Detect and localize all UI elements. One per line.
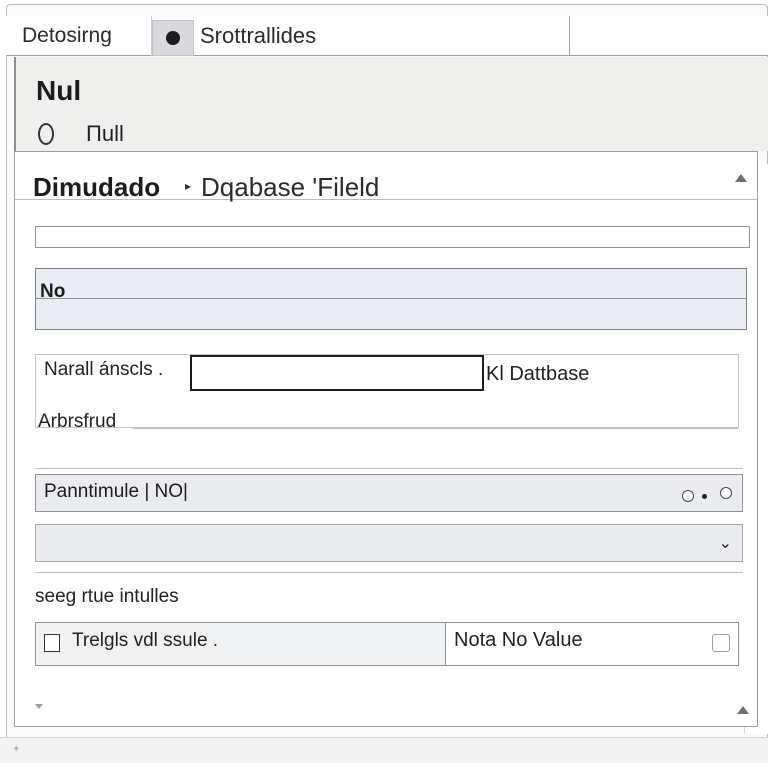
sparkle-icon: ✦ [12, 744, 21, 755]
tab-empty[interactable] [570, 16, 768, 56]
main-panel: Dimudado ▸ Dqabase 'Fileld No Narall áns… [14, 151, 758, 727]
page-subtitle: Πull [86, 121, 124, 146]
pan-select[interactable]: Panntimule | NO| [35, 474, 743, 512]
section-label: seeg rtue intulles [35, 586, 179, 607]
table-cell: Trelgls vdl ssule . [36, 623, 446, 665]
name-input[interactable] [190, 355, 484, 391]
caret-up-icon[interactable] [737, 706, 749, 714]
tab-bar: Detosirng Srottrallides [6, 16, 768, 56]
text-field[interactable] [35, 226, 750, 248]
option-radio[interactable] [682, 490, 694, 502]
record-dot-button[interactable] [152, 20, 194, 56]
breadcrumb: Dimudado ▸ Dqabase 'Fileld [15, 152, 757, 203]
divider [35, 572, 743, 573]
option-radio[interactable] [720, 487, 732, 499]
page-title: Nul [36, 75, 82, 106]
caret-up-icon[interactable] [735, 174, 747, 182]
pan-select-label: Panntimule | NO| [44, 481, 188, 502]
page-header: Nul Πull [14, 57, 768, 151]
select-header [36, 269, 746, 299]
divider [133, 428, 738, 429]
breadcrumb-root[interactable]: Dimudado [33, 172, 160, 203]
table-row[interactable]: Trelgls vdl ssule . Nota No Value [35, 622, 739, 666]
cell-text: Trelgls vdl ssule . [72, 630, 219, 651]
tab-detosirng[interactable]: Detosirng [12, 16, 152, 56]
cell-text: Nota No Value [454, 629, 583, 651]
row-checkbox[interactable] [44, 634, 60, 652]
name-label: Narall ánscls . [44, 359, 164, 380]
tab-label: Srottrallides [200, 23, 317, 48]
name-group: Narall ánscls . Kl Dattbase Arbrsfrud [35, 354, 739, 432]
caret-down-icon[interactable] [35, 704, 43, 709]
record-dot-icon [166, 31, 180, 45]
dropdown-select[interactable]: ⌄ [35, 524, 743, 562]
breadcrumb-current: Dqabase 'Fileld [201, 172, 380, 202]
dot-icon [702, 494, 707, 499]
value-checkbox[interactable] [712, 634, 730, 652]
breadcrumb-separator-icon: ▸ [185, 179, 192, 193]
divider [35, 468, 743, 469]
chevron-down-icon: ⌄ [718, 535, 732, 552]
select-value: No [40, 281, 66, 302]
header-radio[interactable] [38, 123, 54, 145]
tab-srottrallides[interactable]: Srottrallides [194, 16, 570, 56]
status-bar [0, 737, 768, 763]
arch-label: Arbrsfrud [38, 411, 117, 432]
database-label: Kl Dattbase [486, 363, 590, 385]
tab-label: Detosirng [22, 24, 112, 47]
value-select[interactable]: No [35, 268, 747, 330]
